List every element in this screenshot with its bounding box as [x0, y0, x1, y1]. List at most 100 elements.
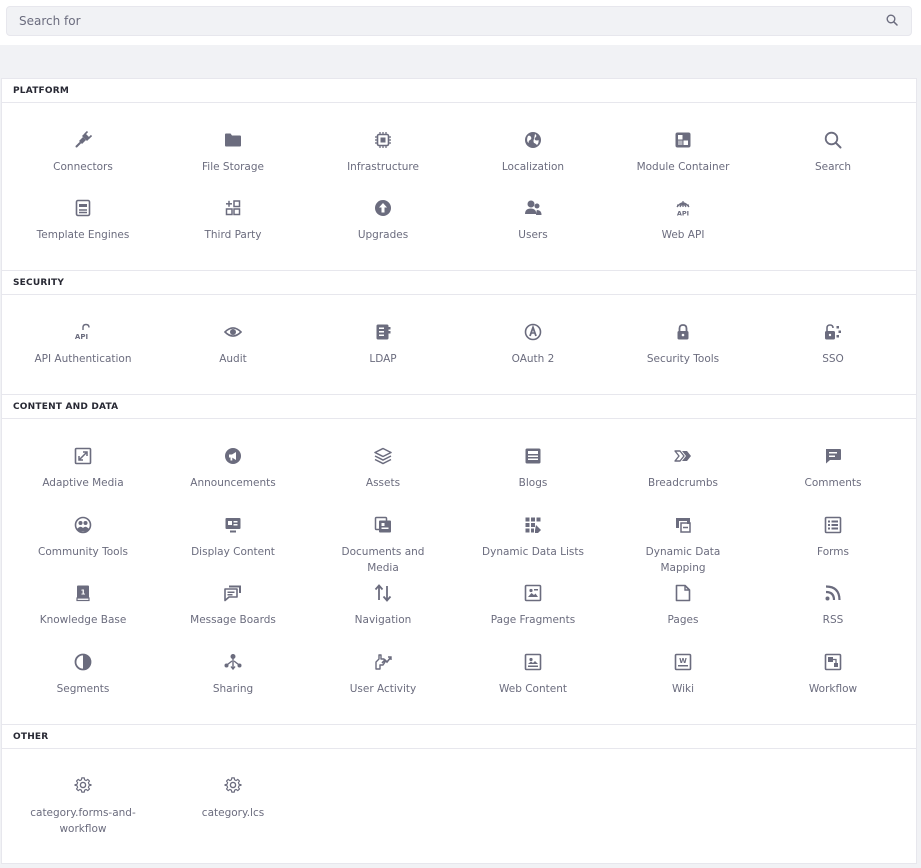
item-connectors[interactable]: Connectors — [8, 131, 158, 175]
section-security: SECURITY API API Authentication Audit LD… — [1, 270, 917, 396]
item-label: Upgrades — [357, 229, 409, 241]
item-label: Web Content — [499, 683, 567, 695]
item-user-activity[interactable]: User Activity — [308, 653, 458, 697]
item-label: Segments — [56, 683, 110, 695]
svg-text:API: API — [75, 333, 88, 341]
rss-icon — [824, 584, 842, 602]
blog-icon — [524, 447, 542, 465]
item-label: Infrastructure — [347, 161, 419, 173]
item-label: RSS — [822, 614, 844, 626]
search-bar — [0, 0, 921, 45]
item-label: File Storage — [202, 161, 264, 173]
wiki-icon: W — [674, 653, 692, 671]
book-icon: 1 — [74, 584, 92, 602]
segments-icon — [74, 653, 92, 671]
item-label: Documents and Media — [341, 546, 425, 574]
item-oauth-2[interactable]: OAuth 2 — [458, 323, 608, 367]
search-input[interactable] — [7, 7, 877, 35]
workflow-icon — [824, 653, 842, 671]
item-label: Sharing — [212, 683, 254, 695]
item-message-boards[interactable]: Message Boards — [158, 584, 308, 628]
item-label: Display Content — [191, 546, 275, 558]
item-web-content[interactable]: Web Content — [458, 653, 608, 697]
item-users[interactable]: Users — [458, 199, 608, 243]
item-wiki[interactable]: W Wiki — [608, 653, 758, 697]
users-icon — [524, 199, 542, 217]
item-adaptive-media[interactable]: Adaptive Media — [8, 447, 158, 491]
item-label: Dynamic Data Lists — [482, 546, 584, 558]
item-comments[interactable]: Comments — [758, 447, 908, 491]
item-rss[interactable]: RSS — [758, 584, 908, 628]
item-label: Module Container — [636, 161, 730, 173]
item-knowledge-base[interactable]: 1 Knowledge Base — [8, 584, 158, 628]
forms-icon — [824, 516, 842, 534]
oauth-icon — [524, 323, 542, 341]
eye-icon — [224, 323, 242, 341]
item-localization[interactable]: Localization — [458, 131, 608, 175]
module-icon — [674, 131, 692, 149]
section-title: OTHER — [2, 725, 916, 749]
item-template-engines[interactable]: Template Engines — [8, 199, 158, 243]
item-label: category.forms-and-workflow — [30, 807, 136, 835]
plug-icon — [74, 131, 92, 149]
item-label: category.lcs — [201, 807, 265, 819]
item-module-container[interactable]: Module Container — [608, 131, 758, 175]
layers-icon — [374, 447, 392, 465]
item-blogs[interactable]: Blogs — [458, 447, 608, 491]
item-category-lcs[interactable]: category.lcs — [158, 777, 308, 821]
item-dynamic-data-lists[interactable]: Dynamic Data Lists — [458, 516, 608, 560]
item-page-fragments[interactable]: Page Fragments — [458, 584, 608, 628]
item-label: Announcements — [190, 477, 276, 489]
item-web-api[interactable]: API Web API — [608, 199, 758, 243]
item-third-party[interactable]: Third Party — [158, 199, 308, 243]
item-sharing[interactable]: Sharing — [158, 653, 308, 697]
gear-icon — [224, 777, 242, 795]
item-label: Dynamic Data Mapping — [645, 546, 721, 574]
item-ldap[interactable]: LDAP — [308, 323, 458, 367]
item-upgrades[interactable]: Upgrades — [308, 199, 458, 243]
activity-icon — [374, 653, 392, 671]
item-display-content[interactable]: Display Content — [158, 516, 308, 560]
item-label: Blogs — [518, 477, 548, 489]
item-label: Connectors — [53, 161, 113, 173]
folder-icon — [224, 131, 242, 149]
comment-icon — [824, 447, 842, 465]
data-mapping-icon — [674, 516, 692, 534]
svg-text:W: W — [679, 657, 687, 665]
fragment-icon — [524, 584, 542, 602]
item-audit[interactable]: Audit — [158, 323, 308, 367]
item-assets[interactable]: Assets — [308, 447, 458, 491]
item-community-tools[interactable]: Community Tools — [8, 516, 158, 560]
template-icon — [74, 199, 92, 217]
web-api-icon: API — [674, 199, 692, 217]
item-file-storage[interactable]: File Storage — [158, 131, 308, 175]
search-icon[interactable] — [886, 14, 900, 28]
item-search[interactable]: Search — [758, 131, 908, 175]
item-documents-and-media[interactable]: Documents and Media — [308, 516, 458, 576]
item-label: Workflow — [808, 683, 858, 695]
item-label: SSO — [822, 353, 844, 365]
lock-icon — [674, 323, 692, 341]
search-box[interactable] — [6, 6, 912, 36]
item-label: User Activity — [349, 683, 417, 695]
section-content-and-data: CONTENT AND DATA Adaptive Media Announce… — [1, 394, 917, 725]
community-icon — [74, 516, 92, 534]
item-security-tools[interactable]: Security Tools — [608, 323, 758, 367]
item-label: Message Boards — [190, 614, 276, 626]
item-forms[interactable]: Forms — [758, 516, 908, 560]
item-sso[interactable]: SSO — [758, 323, 908, 367]
item-announcements[interactable]: Announcements — [158, 447, 308, 491]
item-workflow[interactable]: Workflow — [758, 653, 908, 697]
item-infrastructure[interactable]: Infrastructure — [308, 131, 458, 175]
item-breadcrumbs[interactable]: Breadcrumbs — [608, 447, 758, 491]
item-api-authentication[interactable]: API API Authentication — [8, 323, 158, 367]
item-category-forms-and-workflow[interactable]: category.forms-and-workflow — [8, 777, 158, 837]
search-icon — [824, 131, 842, 149]
item-navigation[interactable]: Navigation — [308, 584, 458, 628]
gear-icon — [74, 777, 92, 795]
breadcrumb-icon — [674, 447, 692, 465]
item-segments[interactable]: Segments — [8, 653, 158, 697]
item-dynamic-data-mapping[interactable]: Dynamic Data Mapping — [608, 516, 758, 576]
ldap-icon — [374, 323, 392, 341]
item-pages[interactable]: Pages — [608, 584, 758, 628]
